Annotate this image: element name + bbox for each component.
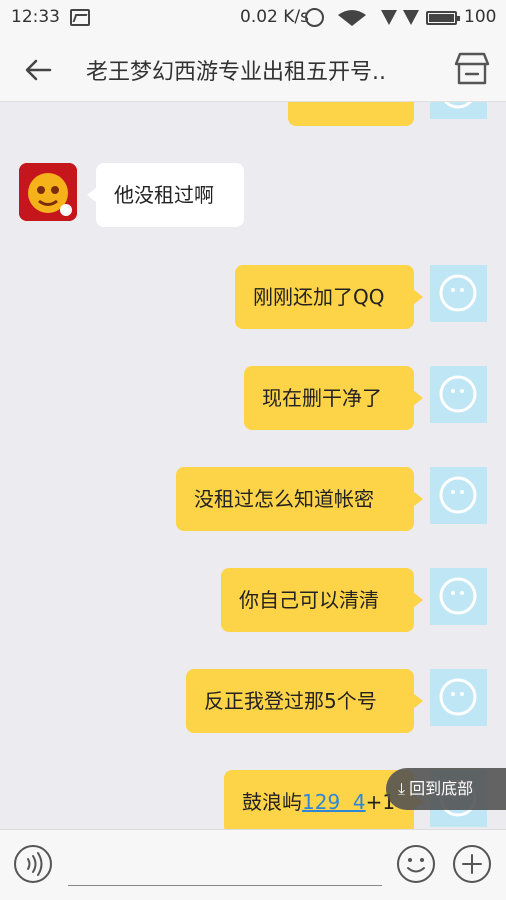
voice-icon[interactable] bbox=[13, 844, 53, 884]
back-arrow-icon[interactable] bbox=[22, 54, 54, 86]
status-time: 12:33 bbox=[11, 7, 60, 27]
message-text: 没租过怎么知道帐密 bbox=[194, 487, 374, 511]
chat-messages[interactable]: 他没租过啊 刚刚还加了QQ 现在删干净了 没租过怎么知道帐密 你自己可以清清 反… bbox=[0, 102, 506, 829]
message-bubble[interactable]: 鼓浪屿129 4+1 bbox=[224, 770, 423, 829]
message-bubble[interactable] bbox=[288, 102, 414, 126]
avatar-face-icon bbox=[439, 375, 477, 413]
message-text-prefix: 鼓浪屿 bbox=[242, 790, 302, 814]
message-text: 反正我登过那5个号 bbox=[204, 689, 377, 713]
jump-to-bottom-label: 回到底部 bbox=[409, 779, 474, 798]
avatar-face-icon bbox=[439, 678, 477, 716]
chat-header: 老王梦幻西游专业出租五开号.. bbox=[0, 36, 506, 102]
network-speed: 0.02 K/s bbox=[240, 7, 309, 27]
message-text: 现在删干净了 bbox=[262, 386, 382, 410]
battery-icon bbox=[426, 11, 460, 25]
self-avatar[interactable] bbox=[430, 102, 487, 119]
message-bubble[interactable]: 你自己可以清清 bbox=[221, 568, 423, 632]
self-avatar[interactable] bbox=[430, 467, 487, 524]
status-bar: 12:33 0.02 K/s 100 bbox=[0, 0, 506, 36]
message-link[interactable]: 129 4 bbox=[302, 790, 366, 814]
signal-icon bbox=[403, 10, 419, 25]
jump-to-bottom-button[interactable]: ⤓ 回到底部 bbox=[386, 768, 506, 810]
alarm-icon bbox=[305, 8, 324, 27]
message-bubble[interactable]: 刚刚还加了QQ bbox=[235, 265, 423, 329]
signal-icon bbox=[381, 10, 397, 25]
message-bubble[interactable]: 他没租过啊 bbox=[87, 163, 244, 227]
message-text: 你自己可以清清 bbox=[239, 588, 379, 612]
contact-avatar[interactable] bbox=[19, 163, 77, 221]
wifi-icon bbox=[338, 10, 366, 26]
avatar-face-icon bbox=[443, 102, 473, 109]
message-bubble[interactable]: 现在删干净了 bbox=[244, 366, 423, 430]
avatar-face-icon bbox=[439, 476, 477, 514]
self-avatar[interactable] bbox=[430, 366, 487, 423]
message-bubble[interactable]: 反正我登过那5个号 bbox=[186, 669, 423, 733]
plus-icon[interactable] bbox=[452, 844, 492, 884]
message-text: 他没租过啊 bbox=[114, 183, 214, 207]
message-bubble[interactable]: 没租过怎么知道帐密 bbox=[176, 467, 423, 531]
self-avatar[interactable] bbox=[430, 265, 487, 322]
message-input[interactable] bbox=[68, 840, 382, 886]
input-bar bbox=[0, 829, 506, 900]
message-text: 刚刚还加了QQ bbox=[253, 285, 385, 309]
avatar-face-icon bbox=[439, 274, 477, 312]
chat-title: 老王梦幻西游专业出租五开号.. bbox=[86, 60, 386, 85]
store-icon[interactable] bbox=[454, 52, 490, 86]
self-avatar[interactable] bbox=[430, 568, 487, 625]
battery-level: 100 bbox=[464, 7, 497, 27]
self-avatar[interactable] bbox=[430, 669, 487, 726]
arrow-down-icon: ⤓ bbox=[398, 779, 406, 798]
emoji-icon[interactable] bbox=[396, 844, 436, 884]
avatar-face-icon bbox=[439, 577, 477, 615]
image-icon bbox=[70, 9, 90, 26]
game-logo-icon bbox=[19, 163, 77, 221]
